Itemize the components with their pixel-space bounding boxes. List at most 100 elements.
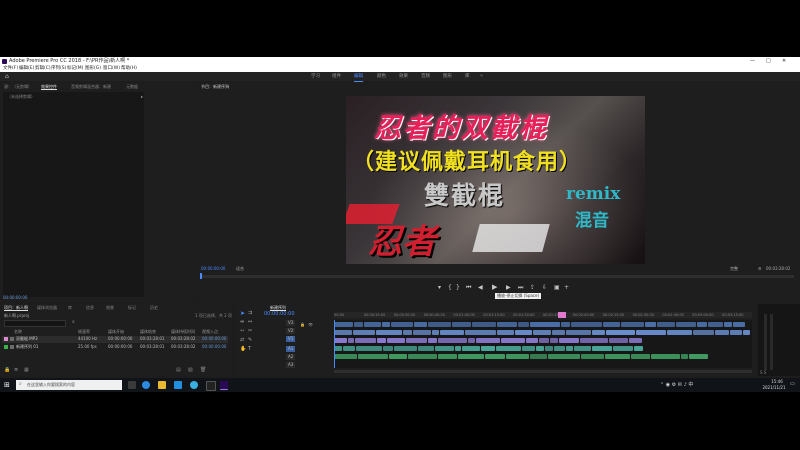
track-a2[interactable]: A2 [286,354,296,360]
tab-project[interactable]: 项目：新人啊 [4,305,28,311]
col-name[interactable]: 名称 [14,329,22,335]
timeline-clip[interactable] [573,346,592,351]
timeline-clip[interactable] [440,330,464,335]
timeline-clip[interactable] [515,330,533,335]
track-v3[interactable]: V3 [286,320,296,326]
timeline-clip[interactable] [535,346,544,351]
track-eye-icon[interactable]: 👁 [308,322,313,327]
app-icon[interactable] [190,381,198,389]
timeline-clip[interactable] [533,330,552,335]
timeline-clip[interactable] [544,346,554,351]
timeline-clip[interactable] [608,338,628,343]
col-media-duration[interactable]: 媒体持续时间 [171,329,195,335]
timeline-clip[interactable] [413,330,431,335]
tab-metadata[interactable]: 元数据 [126,84,138,90]
terminal-icon[interactable] [206,381,216,391]
timeline-clip[interactable] [621,322,645,327]
project-row[interactable]: 新建序列 01 25.00 fps 00:00:00:00 00:03:28:0… [2,344,228,351]
timeline-clip[interactable] [334,338,347,343]
quality-select[interactable]: 完整 [730,266,738,272]
timeline-clip[interactable] [428,322,452,327]
col-video-in[interactable]: 视频入点 [202,329,218,335]
icon-view-icon[interactable]: ▦ [24,367,29,373]
file-explorer-icon[interactable] [158,381,166,389]
add-marker-button[interactable]: ▾ [438,284,441,291]
program-monitor-tab[interactable]: 节目：新建序列 [201,84,229,90]
search-filter-icon[interactable]: ⌕ [72,319,75,325]
timeline-clip[interactable] [375,330,402,335]
timeline-clip[interactable] [496,330,515,335]
timeline-clip[interactable] [723,322,732,327]
timeline-clip[interactable] [377,338,386,343]
menu-marker[interactable]: 标记(M) [67,65,83,72]
menu-help[interactable]: 帮助(H) [121,65,137,72]
work-area-marker[interactable] [558,312,566,318]
timeline-clip[interactable] [347,338,355,343]
workspace-editing[interactable]: 编辑 [354,72,363,82]
tab-effects[interactable]: 效果 [106,305,114,311]
panel-arrow-icon[interactable]: ▸ [141,94,143,99]
timeline-clip[interactable] [461,346,480,351]
menu-edit[interactable]: 编辑(E) [19,65,34,72]
mark-in-button[interactable]: { [448,284,452,291]
timeline-clip[interactable] [475,338,501,343]
new-item-icon[interactable]: ▧ [188,367,193,373]
timeline-clip[interactable] [480,346,496,351]
tab-libraries[interactable]: 库 [68,305,72,311]
timeline-clip[interactable] [342,346,355,351]
timeline-clip[interactable] [635,330,666,335]
timeline-clip[interactable] [580,338,608,343]
home-icon[interactable]: ⌂ [5,72,9,81]
timeline-ruler[interactable]: 00:00 00:00:15:00 00:00:30:00 00:00:45:00 00… [334,312,752,318]
timeline-clip[interactable] [468,338,475,343]
timeline-clip[interactable] [732,322,746,327]
hand-tool-icon[interactable]: ✋ [240,346,246,352]
track-v2[interactable]: V2 [286,328,296,334]
windows-start-icon[interactable]: ⊞ [4,381,10,389]
tab-history[interactable]: 历史 [150,305,158,311]
workspace-effects[interactable]: 效果 [399,72,408,81]
track-lock-icon[interactable]: 🔒 [300,322,305,327]
timeline-clip[interactable] [405,338,427,343]
timeline-clip[interactable] [559,338,579,343]
timeline-clip[interactable] [681,354,689,359]
timeline-clip[interactable] [407,354,437,359]
menu-window[interactable]: 窗口(W) [103,65,120,72]
timeline-clip[interactable] [707,322,723,327]
workspace-graphics[interactable]: 图形 [443,72,452,81]
timeline-clip[interactable] [656,322,675,327]
timeline-clip[interactable] [565,346,573,351]
go-to-out-button[interactable]: ⏭ [518,284,523,292]
timeline-clip[interactable] [689,354,708,359]
tab-source[interactable]: 源：（无剪辑） [4,84,32,90]
timeline-clip[interactable] [571,322,603,327]
timeline-clip[interactable] [554,346,565,351]
timeline-clip[interactable] [485,354,506,359]
timeline-clip[interactable] [561,322,571,327]
program-playhead[interactable] [200,273,202,279]
program-scrub-bar[interactable] [200,275,794,278]
timeline-clip[interactable] [696,322,707,327]
play-button[interactable]: ▶ [492,283,497,291]
timeline-clip[interactable] [431,330,440,335]
timeline-clip[interactable] [438,338,468,343]
timeline-clip[interactable] [386,338,405,343]
type-tool-icon[interactable]: T [248,346,251,352]
slip-tool-icon[interactable]: ⇄ [240,337,244,343]
lift-button[interactable]: ⇪ [530,284,535,291]
overflow-icon[interactable]: » [480,72,483,81]
maximize-button[interactable]: □ [766,57,771,65]
edge-browser-icon[interactable] [142,381,150,389]
go-to-in-button[interactable]: ⏮ [466,284,471,292]
add-button[interactable]: + [564,284,569,291]
tab-markers[interactable]: 标记 [128,305,136,311]
col-media-end[interactable]: 媒体结束 [140,329,156,335]
timeline-clip[interactable] [603,322,620,327]
track-v1[interactable]: V1 [286,336,296,342]
timeline-clip[interactable] [606,330,635,335]
timeline-clip[interactable] [730,330,742,335]
timeline-clip[interactable] [417,346,435,351]
timeline-clip[interactable] [496,322,518,327]
timeline-clip[interactable] [592,346,613,351]
timeline-clip[interactable] [394,346,417,351]
